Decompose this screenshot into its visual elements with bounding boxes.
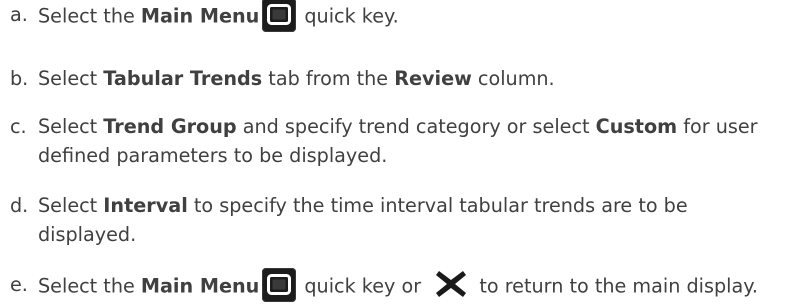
main-menu-label: Main Menu bbox=[140, 274, 260, 298]
main-menu-key-icon bbox=[262, 0, 297, 32]
step-text-part: column. bbox=[471, 67, 555, 90]
step-text-part: quick key or bbox=[298, 274, 428, 298]
step-text: Select the Main Menu quick key. bbox=[38, 0, 399, 34]
close-x-icon bbox=[435, 269, 467, 299]
step-marker: d. bbox=[10, 194, 29, 217]
step-text-part: quick key. bbox=[298, 4, 399, 28]
main-menu-label: Main Menu bbox=[140, 4, 260, 28]
step-text-part: Select bbox=[38, 67, 104, 90]
step-marker: b. bbox=[10, 67, 29, 90]
step-text-part: Select bbox=[38, 115, 104, 138]
step-text-continuation: displayed. bbox=[38, 223, 137, 246]
step-marker: e. bbox=[10, 273, 28, 296]
main-menu-key-icon bbox=[262, 268, 297, 302]
step-text-part: Select the bbox=[38, 4, 141, 28]
step-text-part: to specify the time interval tabular tre… bbox=[187, 194, 688, 217]
step-text: Select Trend Group and specify trend cat… bbox=[38, 112, 758, 141]
step-text-part: for user bbox=[677, 115, 758, 138]
step-marker: a. bbox=[10, 3, 28, 26]
step-text-part: to return to the main display. bbox=[473, 274, 758, 298]
step-text: Select Interval to specify the time inte… bbox=[38, 191, 688, 220]
interval-label: Interval bbox=[103, 194, 188, 217]
step-text-part: and specify trend category or select bbox=[236, 115, 596, 138]
step-text-part: tab from the bbox=[262, 67, 395, 90]
step-text-part: Select the bbox=[38, 274, 141, 298]
step-text: Select the Main Menu quick key or to ret… bbox=[38, 268, 758, 304]
step-marker: c. bbox=[10, 115, 27, 138]
review-label: Review bbox=[394, 67, 472, 90]
trend-group-label: Trend Group bbox=[103, 115, 237, 138]
custom-label: Custom bbox=[595, 115, 678, 138]
step-text: Select Tabular Trends tab from the Revie… bbox=[38, 64, 555, 93]
step-text-part: Select bbox=[38, 194, 104, 217]
tabular-trends-label: Tabular Trends bbox=[103, 67, 263, 90]
step-text-continuation: defined parameters to be displayed. bbox=[38, 144, 388, 167]
